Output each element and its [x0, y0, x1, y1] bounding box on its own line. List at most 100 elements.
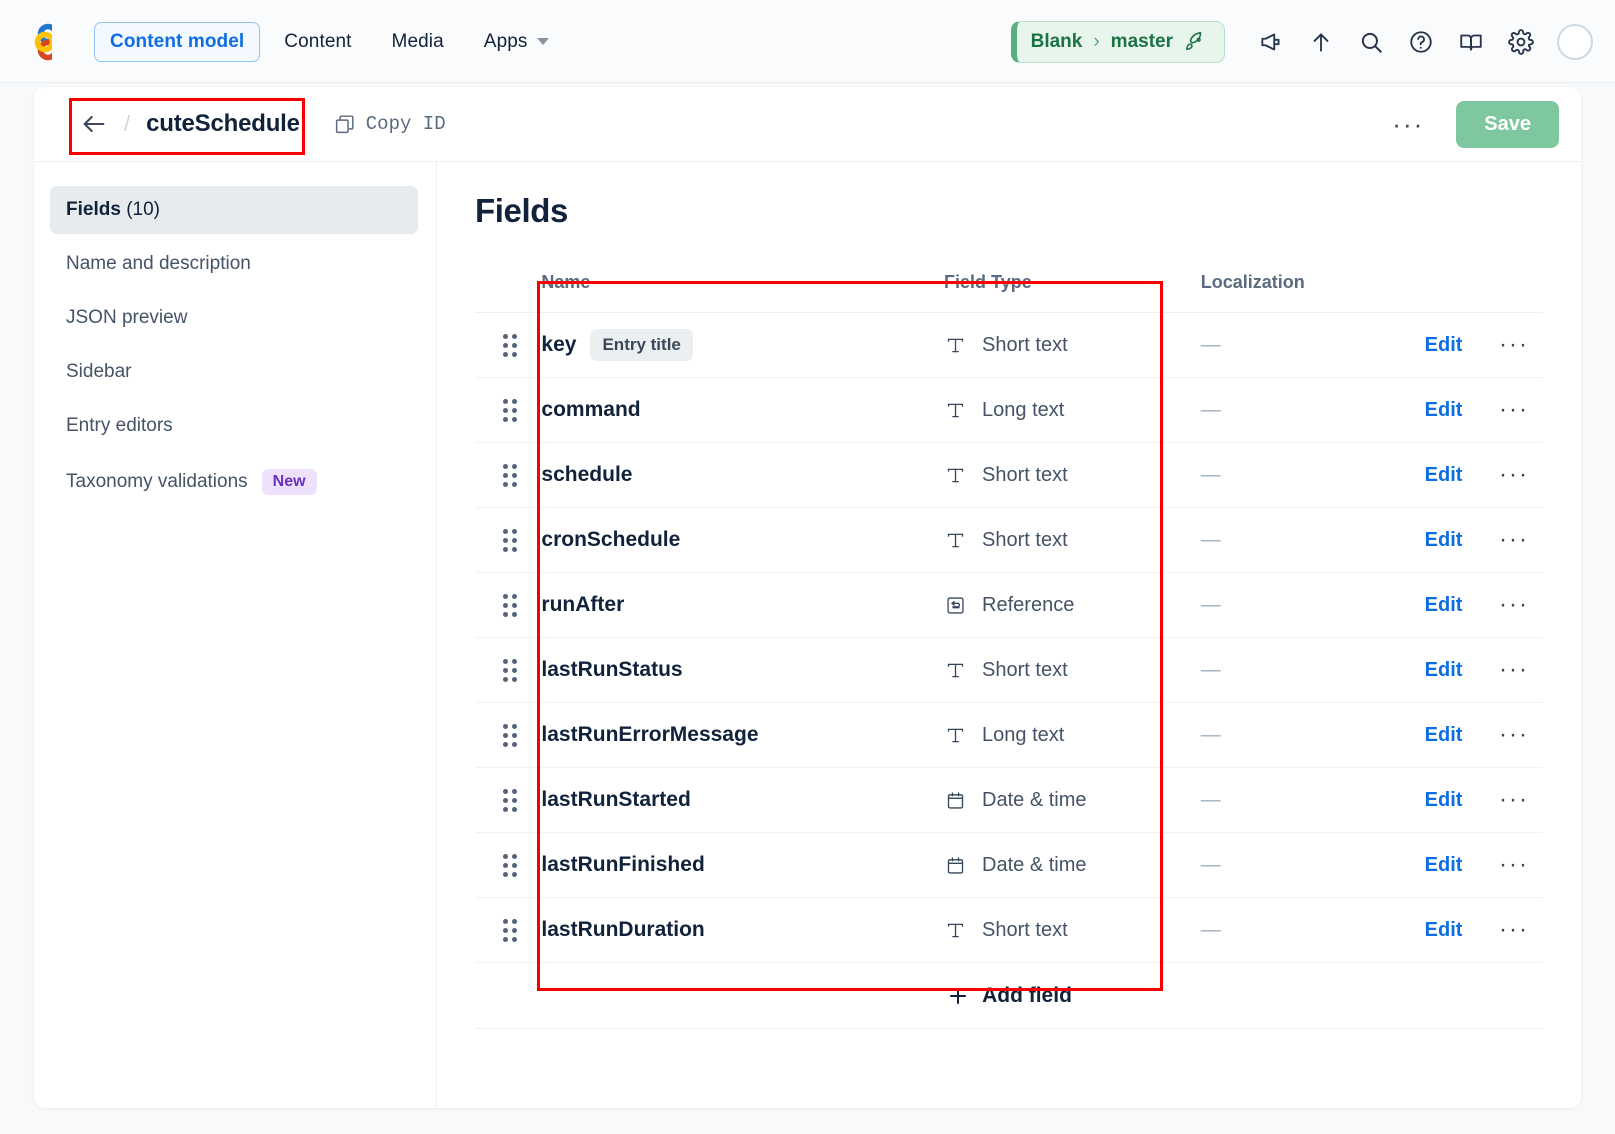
table-row[interactable]: cronSchedule Short text — Edit ··· [475, 507, 1543, 573]
edit-field-link[interactable]: Edit [1425, 594, 1463, 616]
chevron-down-icon [536, 38, 549, 45]
edit-field-link[interactable]: Edit [1425, 334, 1463, 356]
calendar-icon [944, 855, 966, 876]
edit-field-link[interactable]: Edit [1425, 789, 1463, 811]
text-icon [944, 335, 966, 356]
field-name-label: schedule [541, 463, 633, 486]
row-more-menu-button[interactable]: ··· [1491, 526, 1529, 553]
field-type-cell: Short text [944, 637, 1201, 703]
gear-icon[interactable] [1499, 20, 1543, 64]
drag-handle-icon[interactable] [503, 658, 517, 682]
drag-handle-cell[interactable] [475, 507, 542, 573]
drag-handle-cell[interactable] [475, 832, 542, 898]
nav-content-model[interactable]: Content model [94, 21, 261, 62]
drag-handle-cell[interactable] [475, 312, 542, 378]
user-avatar[interactable] [1557, 23, 1593, 60]
field-name-label: lastRunErrorMessage [541, 723, 759, 746]
row-more-menu-button[interactable]: ··· [1491, 656, 1529, 683]
row-more-menu-button[interactable]: ··· [1491, 786, 1529, 813]
help-circle-icon[interactable] [1399, 20, 1443, 64]
edit-field-link[interactable]: Edit [1425, 919, 1463, 941]
table-row[interactable]: lastRunStarted Date & time — Edit ··· [475, 767, 1543, 833]
table-row[interactable]: lastRunErrorMessage Long text — Edit ··· [475, 702, 1543, 768]
row-more-menu-button[interactable]: ··· [1491, 331, 1529, 358]
drag-handle-icon[interactable] [503, 723, 517, 747]
row-menu-cell: ··· [1462, 572, 1543, 638]
drag-handle-icon[interactable] [503, 463, 517, 487]
fields-heading: Fields [475, 192, 568, 229]
table-row[interactable]: lastRunFinished Date & time — Edit ··· [475, 832, 1543, 898]
arrow-up-icon[interactable] [1299, 20, 1343, 64]
sidebar-item-taxonomy-validations[interactable]: Taxonomy validations New [50, 456, 418, 508]
sidebar-item-fields[interactable]: Fields (10) [50, 186, 418, 234]
sidebar-item-json-preview-label: JSON preview [66, 307, 188, 328]
drag-handle-icon[interactable] [503, 788, 517, 812]
edit-field-link[interactable]: Edit [1425, 854, 1463, 876]
table-row[interactable]: schedule Short text — Edit ··· [475, 442, 1543, 508]
drag-handle-cell[interactable] [475, 897, 542, 963]
table-row[interactable]: lastRunStatus Short text — Edit ··· [475, 637, 1543, 703]
row-more-menu-button[interactable]: ··· [1491, 396, 1529, 423]
edit-field-link[interactable]: Edit [1425, 659, 1463, 681]
localization-value: — [1200, 463, 1221, 486]
table-row[interactable]: runAfter Reference — Edit ··· [475, 572, 1543, 638]
calendar-icon [944, 790, 966, 811]
drag-handle-icon[interactable] [503, 853, 517, 877]
drag-handle-cell[interactable] [475, 702, 542, 768]
table-row[interactable]: command Long text — Edit ··· [475, 377, 1543, 443]
field-name-cell: key Entry title [541, 312, 945, 378]
row-menu-cell: ··· [1462, 767, 1543, 833]
nav-apps[interactable]: Apps [468, 22, 565, 62]
save-button[interactable]: Save [1456, 100, 1559, 148]
sidebar-item-fields-label: Fields (10) [66, 199, 160, 220]
edit-cell: Edit [1351, 897, 1463, 963]
row-more-menu-button[interactable]: ··· [1491, 851, 1529, 878]
nav-content[interactable]: Content [268, 22, 367, 62]
drag-handle-icon[interactable] [503, 528, 517, 552]
edit-field-link[interactable]: Edit [1425, 724, 1463, 746]
nav-media[interactable]: Media [376, 22, 460, 62]
row-more-menu-button[interactable]: ··· [1491, 591, 1529, 618]
edit-field-link[interactable]: Edit [1425, 529, 1463, 551]
megaphone-icon[interactable] [1249, 20, 1293, 64]
environment-separator: › [1093, 30, 1100, 52]
field-type-cell: Short text [944, 312, 1201, 378]
edit-field-link[interactable]: Edit [1425, 464, 1463, 486]
sidebar-item-entry-editors[interactable]: Entry editors [50, 402, 418, 450]
field-name-cell: lastRunDuration [541, 897, 945, 963]
book-icon[interactable] [1449, 20, 1493, 64]
table-row[interactable]: key Entry title Short text — Edit ··· [475, 312, 1543, 378]
drag-handle-cell[interactable] [475, 442, 542, 508]
row-menu-cell: ··· [1462, 507, 1543, 573]
back-arrow-icon[interactable] [80, 110, 108, 138]
add-field-button[interactable]: Add field [475, 963, 1543, 1029]
drag-handle-cell[interactable] [475, 767, 542, 833]
sidebar-item-json-preview[interactable]: JSON preview [50, 294, 418, 342]
drag-handle-cell[interactable] [475, 377, 542, 443]
header-more-menu-button[interactable]: ··· [1378, 105, 1438, 143]
row-more-menu-button[interactable]: ··· [1491, 461, 1529, 488]
copy-id-button[interactable]: Copy ID [334, 113, 446, 135]
row-more-menu-button[interactable]: ··· [1491, 916, 1529, 943]
drag-handle-icon[interactable] [503, 398, 517, 422]
field-name-cell: lastRunFinished [541, 832, 945, 898]
sidebar-item-sidebar[interactable]: Sidebar [50, 348, 418, 396]
fields-table-body: key Entry title Short text — Edit ··· command L… [475, 312, 1543, 963]
environment-selector[interactable]: Blank › master [1010, 20, 1225, 63]
drag-handle-cell[interactable] [475, 637, 542, 703]
sidebar-item-name-and-description[interactable]: Name and description [50, 240, 418, 288]
search-icon[interactable] [1349, 20, 1393, 64]
localization-cell: — [1200, 312, 1352, 378]
drag-handle-icon[interactable] [503, 333, 517, 357]
drag-handle-icon[interactable] [503, 593, 517, 617]
drag-handle-icon[interactable] [503, 918, 517, 942]
editor-sidebar: Fields (10) Name and description JSON pr… [34, 162, 437, 1108]
table-row[interactable]: lastRunDuration Short text — Edit ··· [475, 897, 1543, 963]
row-more-menu-button[interactable]: ··· [1491, 721, 1529, 748]
contentful-logo[interactable] [34, 22, 74, 62]
drag-handle-cell[interactable] [475, 572, 542, 638]
field-name-label: lastRunStarted [541, 788, 691, 811]
edit-cell: Edit [1351, 637, 1463, 703]
edit-field-link[interactable]: Edit [1425, 399, 1463, 421]
column-header-name: Name [541, 272, 945, 313]
